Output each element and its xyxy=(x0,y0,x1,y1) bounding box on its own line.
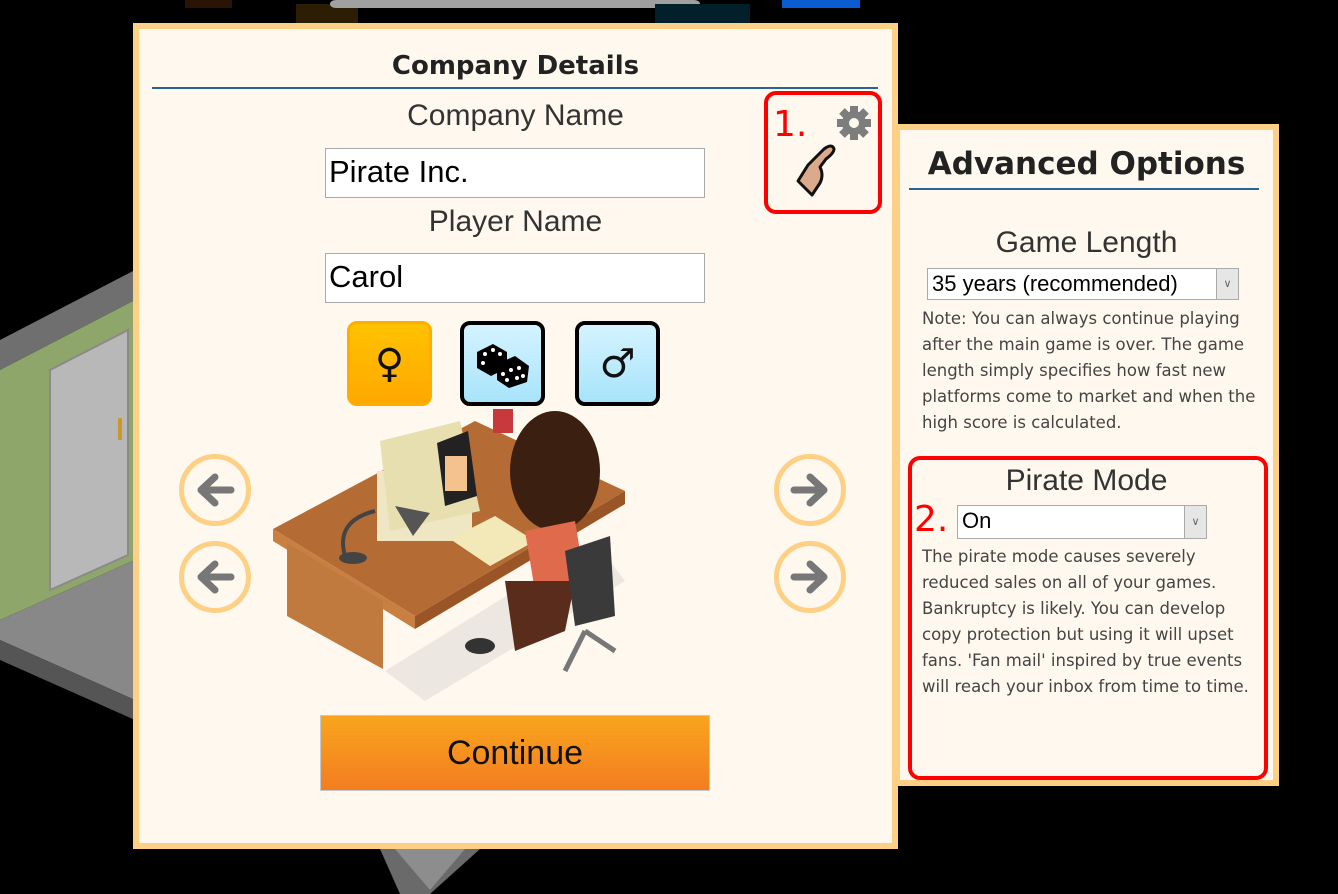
advanced-options-title: Advanced Options xyxy=(927,146,1246,182)
random-character-button[interactable] xyxy=(460,321,545,406)
title-divider xyxy=(909,188,1259,190)
arrow-right-icon xyxy=(790,560,828,594)
game-length-select[interactable]: 35 years (recommended) ∨ xyxy=(927,268,1239,300)
character-at-desk-illustration xyxy=(273,409,625,701)
annotation-label-2: 2. xyxy=(914,499,949,540)
pirate-mode-label: Pirate Mode xyxy=(1005,464,1168,497)
dice-icon xyxy=(476,343,529,388)
pirate-mode-value: On xyxy=(962,508,992,533)
chevron-down-icon: ∨ xyxy=(1216,269,1238,299)
next-character-button-1[interactable] xyxy=(774,454,846,526)
pirate-mode-note: The pirate mode causes severely reduced … xyxy=(922,547,1249,696)
title-divider xyxy=(152,87,878,89)
annotation-label-1: 1. xyxy=(773,104,808,145)
player-name-input[interactable]: Carol xyxy=(325,253,705,303)
previous-character-button-1[interactable] xyxy=(179,454,251,526)
company-details-title: Company Details xyxy=(391,51,640,81)
next-character-button-2[interactable] xyxy=(774,541,846,613)
previous-character-button-2[interactable] xyxy=(179,541,251,613)
pointing-hand-icon xyxy=(796,144,836,197)
continue-button[interactable]: Continue xyxy=(320,715,710,791)
pirate-mode-select[interactable]: On ∨ xyxy=(957,505,1207,539)
female-button[interactable]: ♀ xyxy=(347,321,432,406)
arrow-left-icon xyxy=(197,560,235,594)
company-details-panel: Company Details Company Name Pirate Inc.… xyxy=(133,23,898,849)
male-button[interactable]: ♂ xyxy=(575,321,660,406)
arrow-right-icon xyxy=(790,473,828,507)
arrow-left-icon xyxy=(197,473,235,507)
game-length-note: Note: You can always continue playing af… xyxy=(922,309,1256,432)
company-name-input[interactable]: Pirate Inc. xyxy=(325,148,705,198)
game-length-label: Game Length xyxy=(995,226,1178,259)
game-length-value: 35 years (recommended) xyxy=(932,271,1178,296)
chevron-down-icon: ∨ xyxy=(1184,506,1206,538)
gear-icon[interactable] xyxy=(836,105,872,141)
female-icon: ♀ xyxy=(374,340,405,387)
male-icon: ♂ xyxy=(599,340,636,387)
advanced-options-panel: Advanced Options Game Length 35 years (r… xyxy=(894,124,1279,786)
